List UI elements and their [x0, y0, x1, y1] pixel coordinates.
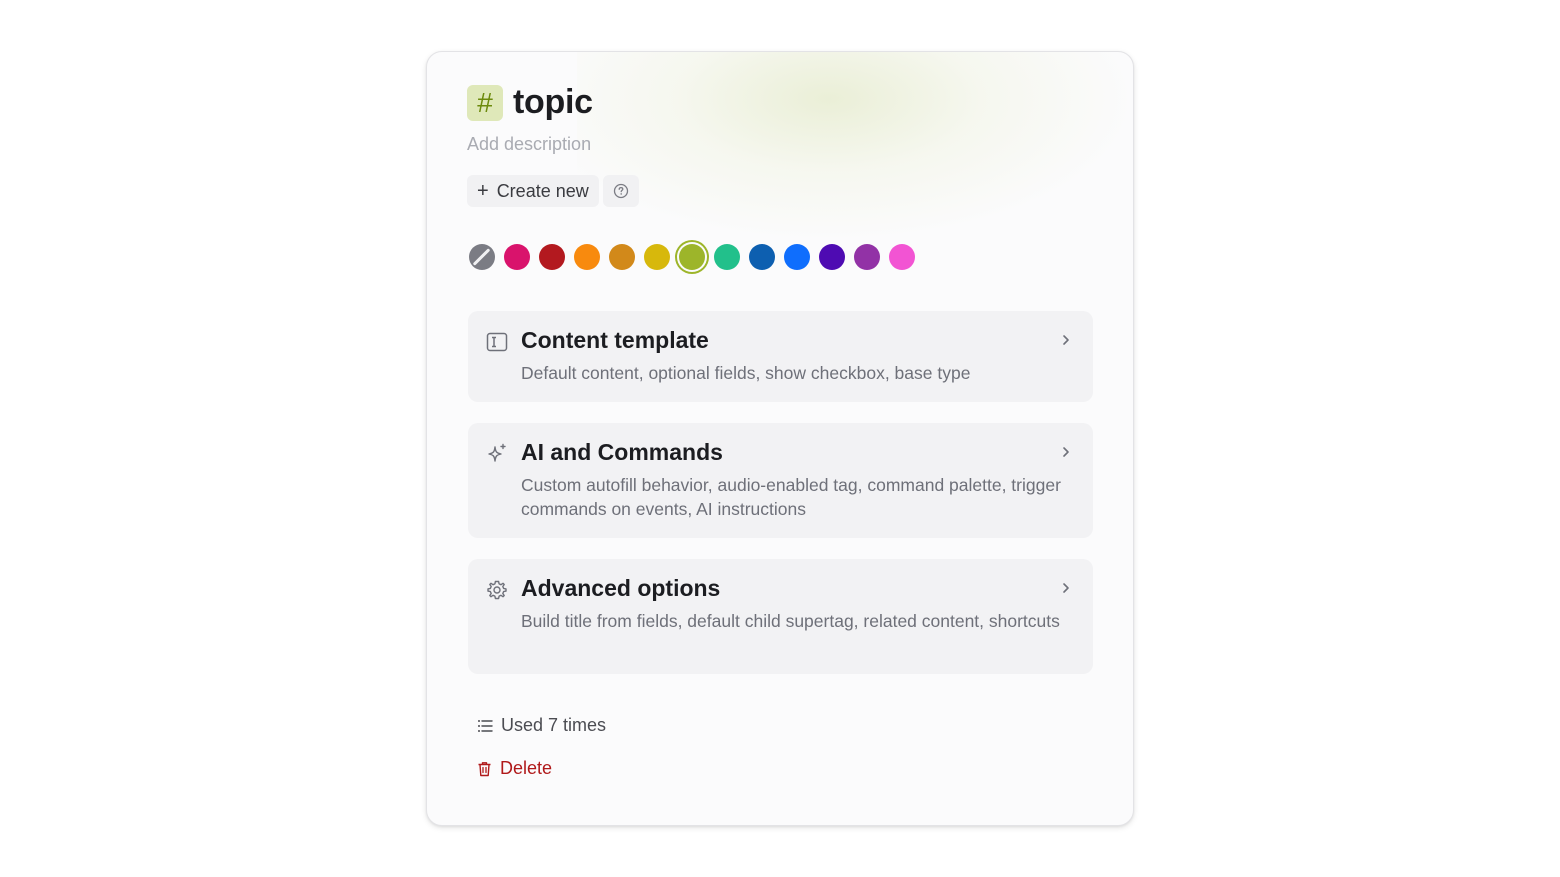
section-title: Content template: [521, 327, 709, 353]
text-cursor-box-icon: [486, 332, 508, 352]
section-description: Custom autofill behavior, audio-enabled …: [521, 475, 1061, 519]
color-swatch-orange[interactable]: [574, 244, 600, 270]
description-field[interactable]: Add description: [467, 134, 591, 155]
header-glow: [577, 52, 1133, 242]
question-circle-icon: [613, 183, 628, 199]
color-swatch-yellow[interactable]: [644, 244, 670, 270]
help-button[interactable]: [602, 175, 639, 207]
color-swatch-lime[interactable]: [679, 244, 705, 270]
ai-commands-section[interactable]: AI and Commands Custom autofill behavior…: [468, 423, 1093, 538]
usage-label: Used 7 times: [501, 715, 607, 735]
delete-label: Delete: [500, 758, 553, 778]
color-swatch-amber[interactable]: [609, 244, 635, 270]
tag-header: # topic: [467, 83, 593, 122]
color-swatch-none[interactable]: [469, 244, 495, 270]
advanced-options-section[interactable]: Advanced options Build title from fields…: [468, 559, 1093, 674]
section-description: Default content, optional fields, show c…: [521, 363, 971, 383]
tag-title[interactable]: topic: [513, 83, 593, 122]
trash-icon: [478, 761, 491, 776]
color-swatch-magenta[interactable]: [889, 244, 915, 270]
delete-button[interactable]: Delete: [477, 758, 552, 779]
chevron-right-icon: [1063, 447, 1069, 457]
create-new-label: Create new: [496, 180, 589, 201]
section-description: Build title from fields, default child s…: [521, 611, 1060, 631]
section-title: AI and Commands: [521, 439, 723, 465]
create-new-button[interactable]: + Create new: [467, 175, 599, 207]
color-swatch-blue[interactable]: [784, 244, 810, 270]
supertag-config-card: # topic Add description + Create new Con…: [426, 51, 1134, 826]
sparkles-icon: [488, 443, 506, 462]
chevron-right-icon: [1063, 583, 1069, 593]
hash-icon: #: [467, 84, 503, 121]
section-title: Advanced options: [521, 575, 721, 601]
color-swatch-red[interactable]: [539, 244, 565, 270]
plus-icon: +: [477, 180, 489, 202]
color-swatch-pink[interactable]: [504, 244, 530, 270]
chevron-right-icon: [1063, 335, 1069, 345]
color-swatch-navy[interactable]: [749, 244, 775, 270]
gear-icon: [487, 580, 507, 600]
usage-link[interactable]: Used 7 times: [477, 715, 606, 736]
create-row: + Create new: [467, 175, 639, 207]
color-swatch-purple[interactable]: [854, 244, 880, 270]
color-swatch-indigo[interactable]: [819, 244, 845, 270]
list-icon: [478, 719, 493, 732]
color-swatch-green[interactable]: [714, 244, 740, 270]
color-picker: [469, 244, 915, 270]
content-template-section[interactable]: Content template Default content, option…: [468, 311, 1093, 402]
